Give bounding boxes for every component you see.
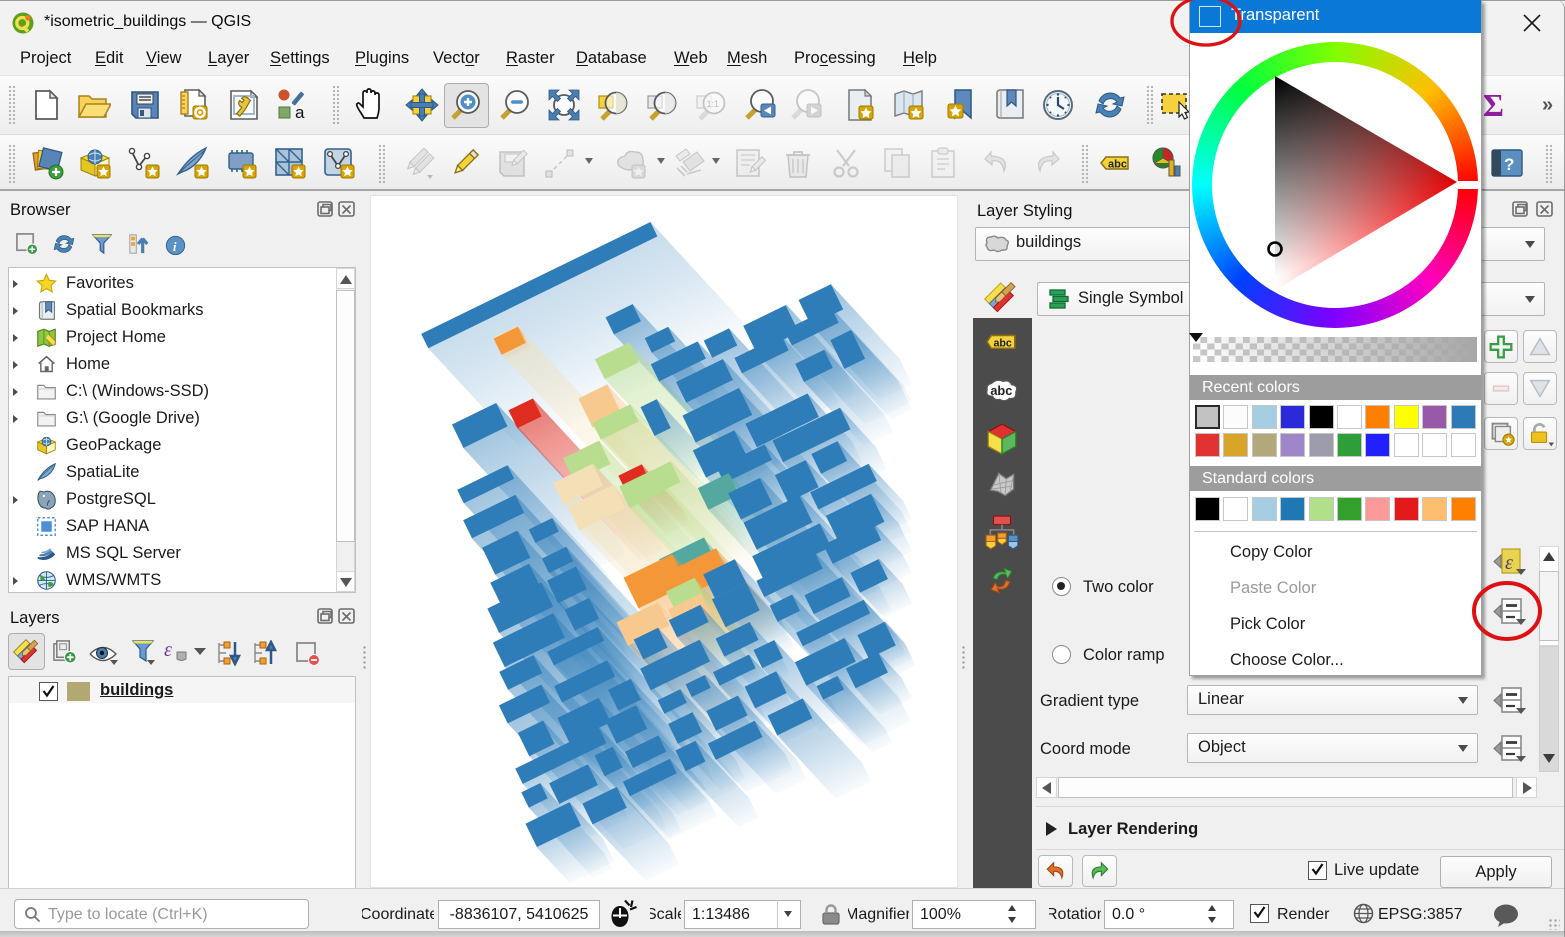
svg-text:abc: abc [1108,159,1127,171]
svg-text:ε: ε [1505,552,1513,574]
svg-text:?: ? [1504,155,1514,174]
svg-text:i: i [173,239,177,254]
svg-text:ε: ε [164,639,172,661]
svg-text:Σ: Σ [1483,87,1504,121]
svg-text:abc: abc [990,383,1012,398]
svg-text:a: a [295,103,305,122]
svg-text:1:1: 1:1 [707,99,720,109]
svg-text:abc: abc [993,338,1011,350]
